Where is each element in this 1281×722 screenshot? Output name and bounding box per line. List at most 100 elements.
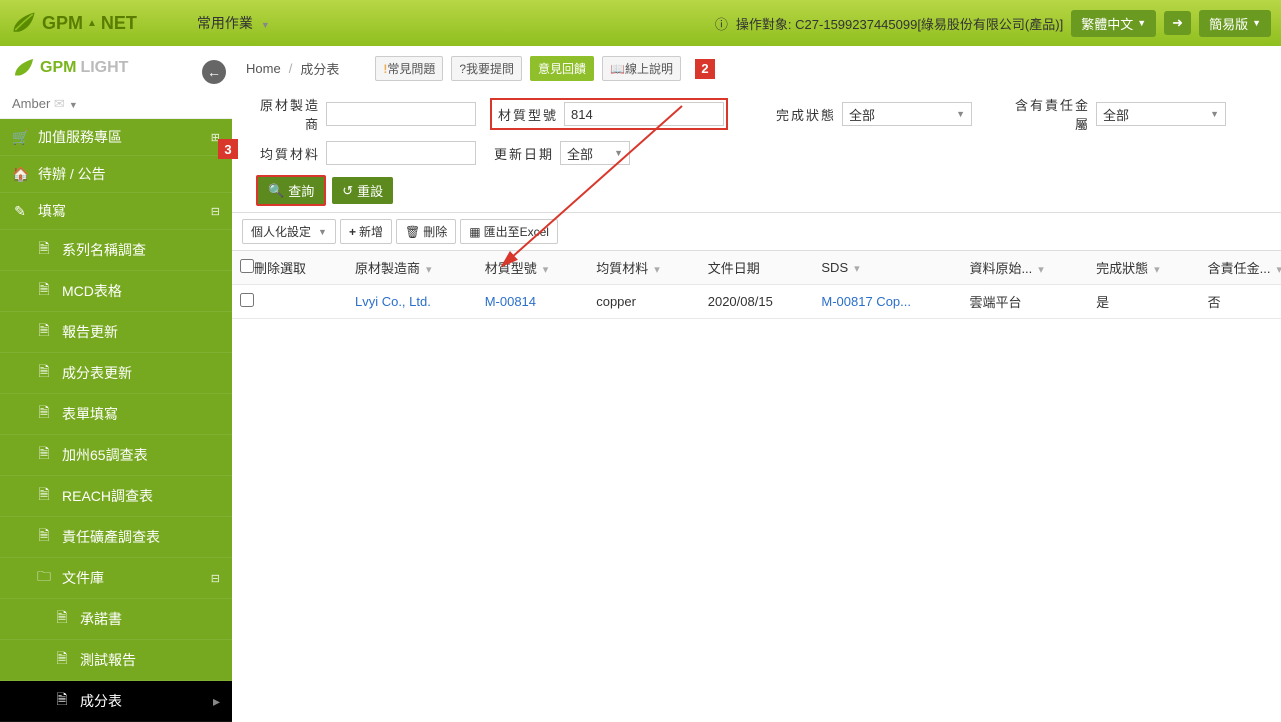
nav-fill[interactable]: ✎ 填寫 ⊟ [0,193,232,230]
help-button[interactable]: 📖線上說明 [602,56,681,81]
nav-mcd[interactable]: 🗎MCD表格 [0,271,232,312]
cart-icon: 🛒 [12,129,28,146]
search-icon: 🔍 [268,183,284,199]
manufacturer-label: 原材製造商 [256,95,320,133]
table-row[interactable]: Lvyi Co., Ltd. M-00814 copper 2020/08/15… [232,285,1281,319]
top-menu-item[interactable]: 常用作業 ▼ [197,13,270,33]
add-button[interactable]: +新增 [340,219,392,244]
nav-series-survey[interactable]: 🗎系列名稱調查 [0,230,232,271]
envelope-icon: ✉ [54,96,65,111]
material-input[interactable] [326,141,476,165]
target-label: 操作對象: C27-1599237445099[綠易股份有限公司(產品)] [736,14,1063,33]
manufacturer-link[interactable]: Lvyi Co., Ltd. [355,294,431,309]
search-button[interactable]: 🔍查詢 [256,175,326,206]
col-source[interactable]: 資料原始...▾ [961,251,1088,285]
simple-mode-button[interactable]: 簡易版▼ [1199,10,1271,37]
excel-icon: ▦ [469,225,480,239]
logo-main: GPM ▲ NET [10,9,137,37]
nav-ca65[interactable]: 🗎加州65調查表 [0,435,232,476]
nav-form-fill[interactable]: 🗎表單填寫 [0,394,232,435]
nav-composition-update[interactable]: 🗎成分表更新 [0,353,232,394]
filter-icon[interactable]: ▾ [654,264,660,276]
faq-button[interactable]: !常見問題 [375,56,443,81]
collapse-sidebar-button[interactable]: ← [202,60,226,84]
col-date[interactable]: 文件日期 [700,251,814,285]
callout-2: 2 [695,59,715,79]
doc-icon: 🗎 [54,689,70,713]
ask-button[interactable]: ?我要提問 [451,56,522,81]
delete-button[interactable]: 🗑刪除 [396,219,456,244]
breadcrumb-current: 成分表 [300,59,339,78]
status-select[interactable]: 全部▼ [842,102,972,126]
edit-icon: ✎ [12,203,28,220]
status-cell: 是 [1088,285,1200,319]
update-date-select[interactable]: 全部▼ [560,141,630,165]
source-cell: 雲端平台 [961,285,1088,319]
brand-text: GPM [42,13,83,34]
doc-icon: 🗎 [36,443,52,467]
logo-light: GPM LIGHT ← [0,46,232,90]
action-row: 🔍查詢 ↺重設 [232,169,1281,212]
col-model[interactable]: 材質型號▾ [477,251,589,285]
doc-icon: 🗎 [36,361,52,385]
reset-button[interactable]: ↺重設 [332,177,393,204]
filter-icon[interactable]: ▾ [543,264,549,276]
col-material[interactable]: 均質材料▾ [588,251,700,285]
feedback-button[interactable]: 意見回饋 [530,56,594,81]
filter-icon[interactable]: ▾ [1038,264,1044,276]
col-delete[interactable]: 刪除選取 [232,251,347,285]
nav-value-added[interactable]: 🛒 加值服務專區 ⊞ [0,119,232,156]
model-link[interactable]: M-00814 [485,294,536,309]
manufacturer-input[interactable] [326,102,476,126]
nav-todo[interactable]: 🏠 待辦 / 公告 [0,156,232,193]
col-status[interactable]: 完成狀態▾ [1088,251,1200,285]
personal-settings-button[interactable]: 個人化設定▼ [242,219,336,244]
export-excel-button[interactable]: ▦匯出至Excel [460,219,558,244]
sidebar: GPM LIGHT ← Amber ✉▼ 🛒 加值服務專區 ⊞ 🏠 待辦 / 公… [0,46,232,722]
data-table: 刪除選取 原材製造商▾ 材質型號▾ 均質材料▾ 文件日期 SDS▾ 資料原始..… [232,250,1281,319]
filter-icon[interactable]: ▾ [854,263,860,275]
nav-report-update[interactable]: 🗎報告更新 [0,312,232,353]
user-row[interactable]: Amber ✉▼ [0,90,232,119]
metal-select[interactable]: 全部▼ [1096,102,1226,126]
metal-label: 含有責任金屬 [1006,95,1090,133]
model-input[interactable] [564,102,724,126]
resp1-cell: 否 [1200,285,1281,319]
col-sds[interactable]: SDS▾ [813,251,961,285]
col-resp1[interactable]: 含責任金...▾ [1200,251,1281,285]
nav: 🛒 加值服務專區 ⊞ 🏠 待辦 / 公告 ✎ 填寫 ⊟ 🗎系列名稱調查 🗎MCD… [0,119,232,722]
nav-test-report[interactable]: 🗎測試報告 [0,640,232,681]
lang-button[interactable]: 繁體中文▼ [1071,10,1156,37]
breadcrumb-home[interactable]: Home [246,61,281,76]
folder-icon: 🗀 [36,566,52,590]
doc-icon: 🗎 [36,525,52,549]
status-label: 完成狀態 [772,105,836,124]
content: Home / 成分表 !常見問題 ?我要提問 意見回饋 📖線上說明 2 原材製造… [232,46,1281,722]
trash-icon: 🗑 [405,225,420,239]
doc-icon: 🗎 [36,279,52,303]
nav-minerals[interactable]: 🗎責任礦產調查表 [0,517,232,558]
filter-icon[interactable]: ▾ [1154,264,1160,276]
model-label: 材質型號 [494,105,558,124]
doc-icon: 🗎 [36,402,52,426]
col-manufacturer[interactable]: 原材製造商▾ [347,251,477,285]
row-checkbox[interactable] [240,293,254,307]
top-bar: GPM ▲ NET 常用作業 ▼ ⓘ 操作對象: C27-15992374450… [0,0,1281,46]
info-icon: ⓘ [715,14,728,33]
doc-icon: 🗎 [36,484,52,508]
doc-icon: 🗎 [36,320,52,344]
table-header-row: 刪除選取 原材製造商▾ 材質型號▾ 均質材料▾ 文件日期 SDS▾ 資料原始..… [232,251,1281,285]
nav-commitment[interactable]: 🗎承諾書 [0,599,232,640]
material-cell: copper [588,285,700,319]
logout-button[interactable]: ➜ [1164,11,1191,35]
sds-link[interactable]: M-00817 Cop... [821,294,911,309]
doc-icon: 🗎 [54,648,70,672]
select-all-checkbox[interactable] [240,259,254,273]
filter-icon[interactable]: ▾ [1276,264,1281,276]
filter-icon[interactable]: ▾ [426,264,432,276]
nav-reach[interactable]: 🗎REACH調查表 [0,476,232,517]
nav-composition[interactable]: 1 🗎成分表 ▸ [0,681,232,722]
nav-docs-folder[interactable]: 🗀 文件庫 ⊟ [0,558,232,599]
top-right: ⓘ 操作對象: C27-1599237445099[綠易股份有限公司(產品)] … [715,10,1271,37]
callout-3: 3 [218,139,238,159]
